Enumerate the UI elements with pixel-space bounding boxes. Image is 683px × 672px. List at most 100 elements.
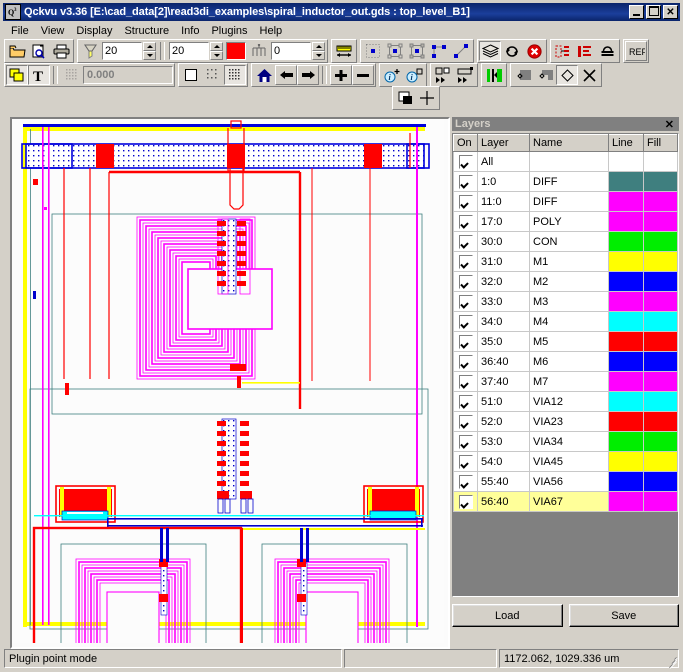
layer-visibility-checkbox[interactable] bbox=[453, 311, 478, 332]
table-row[interactable]: 35:0 M5 bbox=[453, 331, 678, 352]
depth-spinner[interactable] bbox=[102, 42, 156, 60]
step-into-icon[interactable] bbox=[432, 65, 454, 85]
resize-grip-icon[interactable] bbox=[665, 654, 677, 669]
layer-fill-color-swatch[interactable] bbox=[643, 191, 678, 212]
layer-line-color-swatch[interactable] bbox=[608, 331, 644, 352]
color-swatch[interactable] bbox=[226, 42, 246, 60]
dots-icon[interactable] bbox=[61, 65, 83, 85]
column-header-on[interactable]: On bbox=[453, 134, 478, 152]
layer-visibility-checkbox[interactable] bbox=[453, 251, 478, 272]
table-row[interactable]: 56:40 VIA67 bbox=[453, 491, 678, 512]
hierarchy-input[interactable] bbox=[271, 42, 311, 60]
checkbox-icon[interactable] bbox=[458, 314, 473, 329]
level-spinner[interactable] bbox=[169, 42, 223, 60]
checkbox-icon[interactable] bbox=[458, 214, 473, 229]
layer-visibility-checkbox[interactable] bbox=[453, 391, 478, 412]
layout-canvas[interactable] bbox=[10, 117, 450, 649]
layer-visibility-checkbox[interactable] bbox=[453, 271, 478, 292]
funnel-icon[interactable] bbox=[79, 41, 101, 61]
checkbox-icon[interactable] bbox=[458, 234, 473, 249]
save-button[interactable]: Save bbox=[568, 604, 679, 627]
layer-line-color-swatch[interactable] bbox=[608, 351, 644, 372]
layer-line-color-swatch[interactable] bbox=[608, 411, 644, 432]
layer-line-color-swatch[interactable] bbox=[608, 211, 644, 232]
checkbox-icon[interactable] bbox=[458, 274, 473, 289]
checkbox-icon[interactable] bbox=[458, 454, 473, 469]
layer-visibility-checkbox[interactable] bbox=[453, 431, 478, 452]
menu-structure[interactable]: Structure bbox=[118, 24, 175, 38]
layer-line-color-swatch[interactable] bbox=[608, 371, 644, 392]
hierarchy-icon[interactable] bbox=[248, 41, 270, 61]
close-button[interactable]: ✕ bbox=[663, 5, 678, 19]
table-row[interactable]: 34:0 M4 bbox=[453, 311, 678, 332]
maximize-button[interactable] bbox=[646, 5, 661, 19]
menu-display[interactable]: Display bbox=[70, 24, 118, 38]
menu-info[interactable]: Info bbox=[175, 24, 205, 38]
stop-icon[interactable] bbox=[523, 41, 545, 61]
layer-line-color-swatch[interactable] bbox=[608, 491, 644, 512]
menu-help[interactable]: Help bbox=[254, 24, 289, 38]
table-row[interactable]: 31:0 M1 bbox=[453, 251, 678, 272]
layer-fill-color-swatch[interactable] bbox=[643, 251, 678, 272]
arrow-right-icon[interactable] bbox=[297, 65, 319, 85]
table-row[interactable]: 51:0 VIA12 bbox=[453, 391, 678, 412]
print-preview-icon[interactable] bbox=[28, 41, 50, 61]
tree-expand-icon[interactable] bbox=[552, 41, 574, 61]
layer-line-color-swatch[interactable] bbox=[608, 151, 644, 172]
contrast-icon[interactable] bbox=[394, 88, 416, 108]
checkbox-icon[interactable] bbox=[458, 414, 473, 429]
layer-line-color-swatch[interactable] bbox=[608, 431, 644, 452]
fill-solid-icon[interactable] bbox=[512, 65, 534, 85]
layer-line-color-swatch[interactable] bbox=[608, 271, 644, 292]
checkbox-icon[interactable] bbox=[458, 194, 473, 209]
hierarchy-spin-up[interactable] bbox=[312, 42, 325, 51]
ref-icon[interactable]: REF bbox=[625, 41, 647, 61]
polyline-icon[interactable] bbox=[428, 41, 450, 61]
outline-square-icon[interactable] bbox=[180, 65, 202, 85]
table-row[interactable]: 52:0 VIA23 bbox=[453, 411, 678, 432]
table-row[interactable]: 36:40 M6 bbox=[453, 351, 678, 372]
layer-visibility-checkbox[interactable] bbox=[453, 351, 478, 372]
list-icon[interactable] bbox=[574, 41, 596, 61]
layer-visibility-checkbox[interactable] bbox=[453, 231, 478, 252]
layers-stack-icon[interactable] bbox=[479, 41, 501, 61]
fill-corner-icon[interactable] bbox=[534, 65, 556, 85]
layer-line-color-swatch[interactable] bbox=[608, 471, 644, 492]
layers-table-scroll[interactable]: On Layer Name Line Fill All 1:0 DIFF 11:0 DI… bbox=[452, 133, 679, 597]
column-header-name[interactable]: Name bbox=[529, 134, 609, 152]
layer-line-color-swatch[interactable] bbox=[608, 291, 644, 312]
load-button[interactable]: Load bbox=[452, 604, 563, 627]
table-row[interactable]: 54:0 VIA45 bbox=[453, 451, 678, 472]
level-spin-down[interactable] bbox=[210, 51, 223, 60]
checkbox-icon[interactable] bbox=[458, 334, 473, 349]
checkbox-icon[interactable] bbox=[458, 354, 473, 369]
depth-spin-down[interactable] bbox=[143, 51, 156, 60]
layer-visibility-checkbox[interactable] bbox=[453, 151, 478, 172]
diamond-icon[interactable] bbox=[556, 65, 578, 85]
layer-line-color-swatch[interactable] bbox=[608, 391, 644, 412]
layer-fill-color-swatch[interactable] bbox=[643, 351, 678, 372]
home-icon[interactable] bbox=[253, 65, 275, 85]
table-row[interactable]: 55:40 VIA56 bbox=[453, 471, 678, 492]
hierarchy-spin-arrows[interactable] bbox=[312, 42, 325, 60]
layer-fill-color-swatch[interactable] bbox=[643, 291, 678, 312]
table-row[interactable]: 17:0 POLY bbox=[453, 211, 678, 232]
refresh-icon[interactable] bbox=[501, 41, 523, 61]
layer-fill-color-swatch[interactable] bbox=[643, 391, 678, 412]
table-row[interactable]: 30:0 CON bbox=[453, 231, 678, 252]
dotted-square-icon[interactable] bbox=[202, 65, 224, 85]
table-row[interactable]: 33:0 M3 bbox=[453, 291, 678, 312]
checkbox-icon[interactable] bbox=[458, 254, 473, 269]
layer-fill-color-swatch[interactable] bbox=[643, 371, 678, 392]
layer-visibility-checkbox[interactable] bbox=[453, 471, 478, 492]
layer-line-color-swatch[interactable] bbox=[608, 451, 644, 472]
checkbox-icon[interactable] bbox=[458, 494, 473, 509]
layer-visibility-checkbox[interactable] bbox=[453, 331, 478, 352]
info-plus-icon[interactable]: i bbox=[381, 65, 403, 85]
layer-visibility-checkbox[interactable] bbox=[453, 171, 478, 192]
ruler-icon[interactable] bbox=[333, 41, 355, 61]
depth-spin-arrows[interactable] bbox=[143, 42, 156, 60]
snap-icon[interactable] bbox=[483, 65, 505, 85]
layout-drawing[interactable] bbox=[12, 119, 448, 647]
hierarchy-spinner[interactable] bbox=[271, 42, 325, 60]
